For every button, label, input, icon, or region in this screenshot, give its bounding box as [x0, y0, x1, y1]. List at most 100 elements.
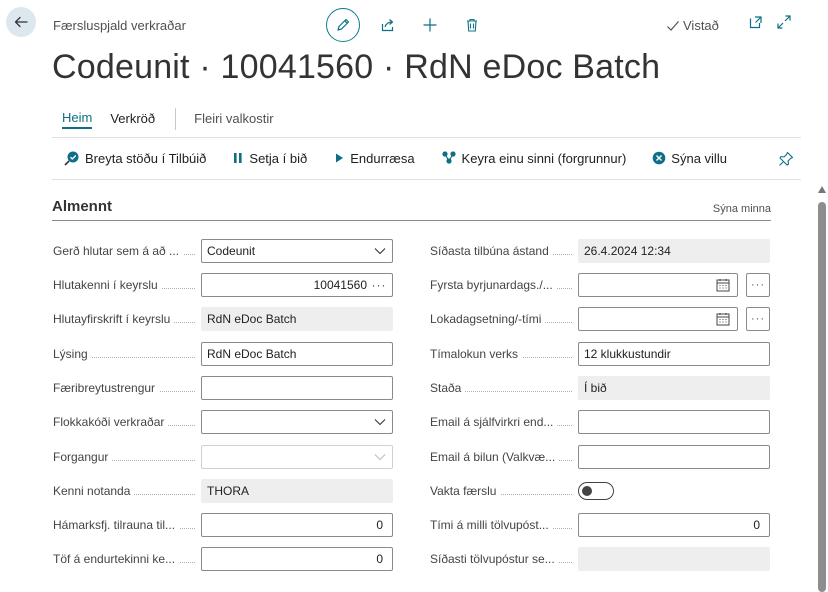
- field-object-caption: Hlutayfirskrift í keyrslu RdN eDoc Batch: [53, 307, 393, 331]
- object-type-select[interactable]: Codeunit: [201, 239, 393, 263]
- category-code-select[interactable]: [201, 410, 393, 434]
- top-action-bar: [326, 8, 486, 42]
- page-title: Codeunit · 10041560 · RdN eDoc Batch: [52, 48, 661, 86]
- parameter-string-input[interactable]: [201, 376, 393, 400]
- end-datetime-input[interactable]: [578, 307, 738, 331]
- show-less-link[interactable]: Sýna minna: [713, 203, 771, 215]
- field-value: Í bið: [584, 381, 607, 395]
- show-error-button[interactable]: Sýna villu: [652, 151, 727, 166]
- ellipsis-icon: ···: [751, 279, 765, 291]
- time-between-emails-input[interactable]: 0: [578, 513, 770, 537]
- field-label: Kenni notanda: [53, 484, 135, 498]
- object-caption-value: RdN eDoc Batch: [201, 307, 393, 331]
- lookup-ellipsis-icon[interactable]: ···: [371, 278, 387, 292]
- last-ready-state-value: 26.4.2024 12:34: [578, 239, 770, 263]
- field-label: Forgangur: [53, 450, 113, 464]
- rerun-delay-input[interactable]: 0: [201, 547, 393, 571]
- field-value: 12 klukkustundir: [584, 347, 671, 361]
- field-value: 26.4.2024 12:34: [584, 244, 671, 258]
- field-monitor-entry: Vakta færslu: [430, 479, 614, 503]
- chevron-down-icon: [374, 248, 386, 255]
- saved-label: Vistað: [683, 18, 719, 33]
- edit-button[interactable]: [326, 8, 360, 42]
- field-value: 0: [376, 518, 383, 532]
- expand-icon[interactable]: [776, 14, 792, 30]
- action-tabs: Heim Verkröð Fleiri valkostir: [62, 108, 292, 130]
- field-value: RdN eDoc Batch: [207, 312, 297, 326]
- earliest-start-input[interactable]: [578, 273, 738, 297]
- chevron-down-icon: [374, 454, 386, 461]
- new-button[interactable]: [416, 11, 444, 39]
- scrollbar-thumb[interactable]: [818, 202, 826, 592]
- field-description: Lýsing RdN eDoc Batch: [53, 342, 393, 366]
- priority-select: [201, 445, 393, 469]
- max-attempts-input[interactable]: 0: [201, 513, 393, 537]
- field-time-between-emails: Tími á milli tölvupóst... 0: [430, 513, 770, 537]
- tab-home[interactable]: Heim: [62, 110, 93, 129]
- tab-more-options[interactable]: Fleiri valkostir: [194, 111, 273, 128]
- restart-label: Endurræsa: [350, 150, 415, 166]
- pencil-icon: [337, 18, 350, 31]
- field-label: Email á bilun (Valkvæ...: [430, 450, 560, 464]
- object-id-input[interactable]: 10041560 ···: [201, 273, 393, 297]
- plus-icon: [423, 18, 437, 32]
- tab-job-queue[interactable]: Verkröð: [110, 111, 155, 128]
- field-label: Hlutayfirskrift í keyrslu: [53, 312, 175, 326]
- pin-icon: [779, 151, 794, 166]
- delete-button[interactable]: [458, 11, 486, 39]
- field-object-id: Hlutakenni í keyrslu 10041560 ···: [53, 273, 393, 297]
- scroll-up-arrow-icon[interactable]: [818, 186, 826, 193]
- pin-action-bar-button[interactable]: [778, 151, 794, 172]
- window-controls: [748, 14, 792, 30]
- monitor-entry-toggle[interactable]: [578, 482, 614, 500]
- breadcrumb[interactable]: Færsluspjald verkraðar: [53, 18, 186, 33]
- field-label: Lokadagsetning/-tími: [430, 312, 546, 326]
- email-on-failure-input[interactable]: [578, 445, 770, 469]
- toggle-knob: [582, 486, 592, 496]
- vertical-scrollbar[interactable]: [817, 186, 827, 592]
- end-datetime-more-button[interactable]: ···: [746, 307, 770, 331]
- description-input[interactable]: RdN eDoc Batch: [201, 342, 393, 366]
- section-title[interactable]: Almennt: [52, 198, 112, 215]
- calendar-icon[interactable]: [716, 312, 730, 326]
- field-value: 0: [753, 518, 760, 532]
- calendar-icon[interactable]: [716, 278, 730, 292]
- share-button[interactable]: [374, 11, 402, 39]
- trash-icon: [467, 18, 477, 32]
- action-bar: Breyta stöðu í Tilbúið Setja í bið Endur…: [64, 150, 753, 166]
- field-last-email-sent: Síðasti tölvupóstur se...: [430, 547, 770, 571]
- share-icon: [381, 19, 394, 32]
- field-label: Hlutakenni í keyrslu: [53, 278, 162, 292]
- email-auto-restart-input[interactable]: [578, 410, 770, 434]
- field-label: Gerð hlutar sem á að ...: [53, 244, 184, 258]
- field-label: Staða: [430, 381, 466, 395]
- ellipsis-icon: ···: [751, 313, 765, 325]
- open-new-window-icon[interactable]: [748, 14, 764, 30]
- run-once-foreground-button[interactable]: Keyra einu sinni (forgrunnur): [441, 150, 627, 166]
- field-label: Síðasti tölvupóstur se...: [430, 552, 559, 566]
- field-rerun-delay: Töf á endurtekinni ke... 0: [53, 547, 393, 571]
- field-email-on-failure: Email á bilun (Valkvæ...: [430, 445, 770, 469]
- set-status-ready-label: Breyta stöðu í Tilbúið: [85, 150, 207, 166]
- last-email-sent-value: [578, 547, 770, 571]
- field-label: Email á sjálfvirkri end...: [430, 415, 558, 429]
- field-label: Færibreytustrengur: [53, 381, 160, 395]
- status-change-icon: [64, 151, 79, 166]
- run-once-foreground-label: Keyra einu sinni (forgrunnur): [461, 150, 627, 166]
- field-value: RdN eDoc Batch: [207, 347, 297, 361]
- field-job-timeout: Tímalokun verks 12 klukkustundir: [430, 342, 770, 366]
- back-button[interactable]: [6, 7, 36, 37]
- field-value: THORA: [207, 484, 249, 498]
- set-status-ready-button[interactable]: Breyta stöðu í Tilbúið: [64, 150, 206, 166]
- field-label: Töf á endurtekinni ke...: [53, 552, 180, 566]
- field-label: Tími á milli tölvupóst...: [430, 518, 553, 532]
- field-max-attempts: Hámarksfj. tilrauna til... 0: [53, 513, 393, 537]
- set-on-hold-button[interactable]: Setja í bið: [232, 151, 307, 166]
- job-timeout-input[interactable]: 12 klukkustundir: [578, 342, 770, 366]
- field-value: Codeunit: [207, 244, 256, 258]
- earliest-start-more-button[interactable]: ···: [746, 273, 770, 297]
- field-label: Hámarksfj. tilrauna til...: [53, 518, 180, 532]
- checkmark-icon: [667, 20, 679, 31]
- field-label: Fyrsta byrjunardags./...: [430, 278, 557, 292]
- restart-button[interactable]: Endurræsa: [333, 150, 415, 166]
